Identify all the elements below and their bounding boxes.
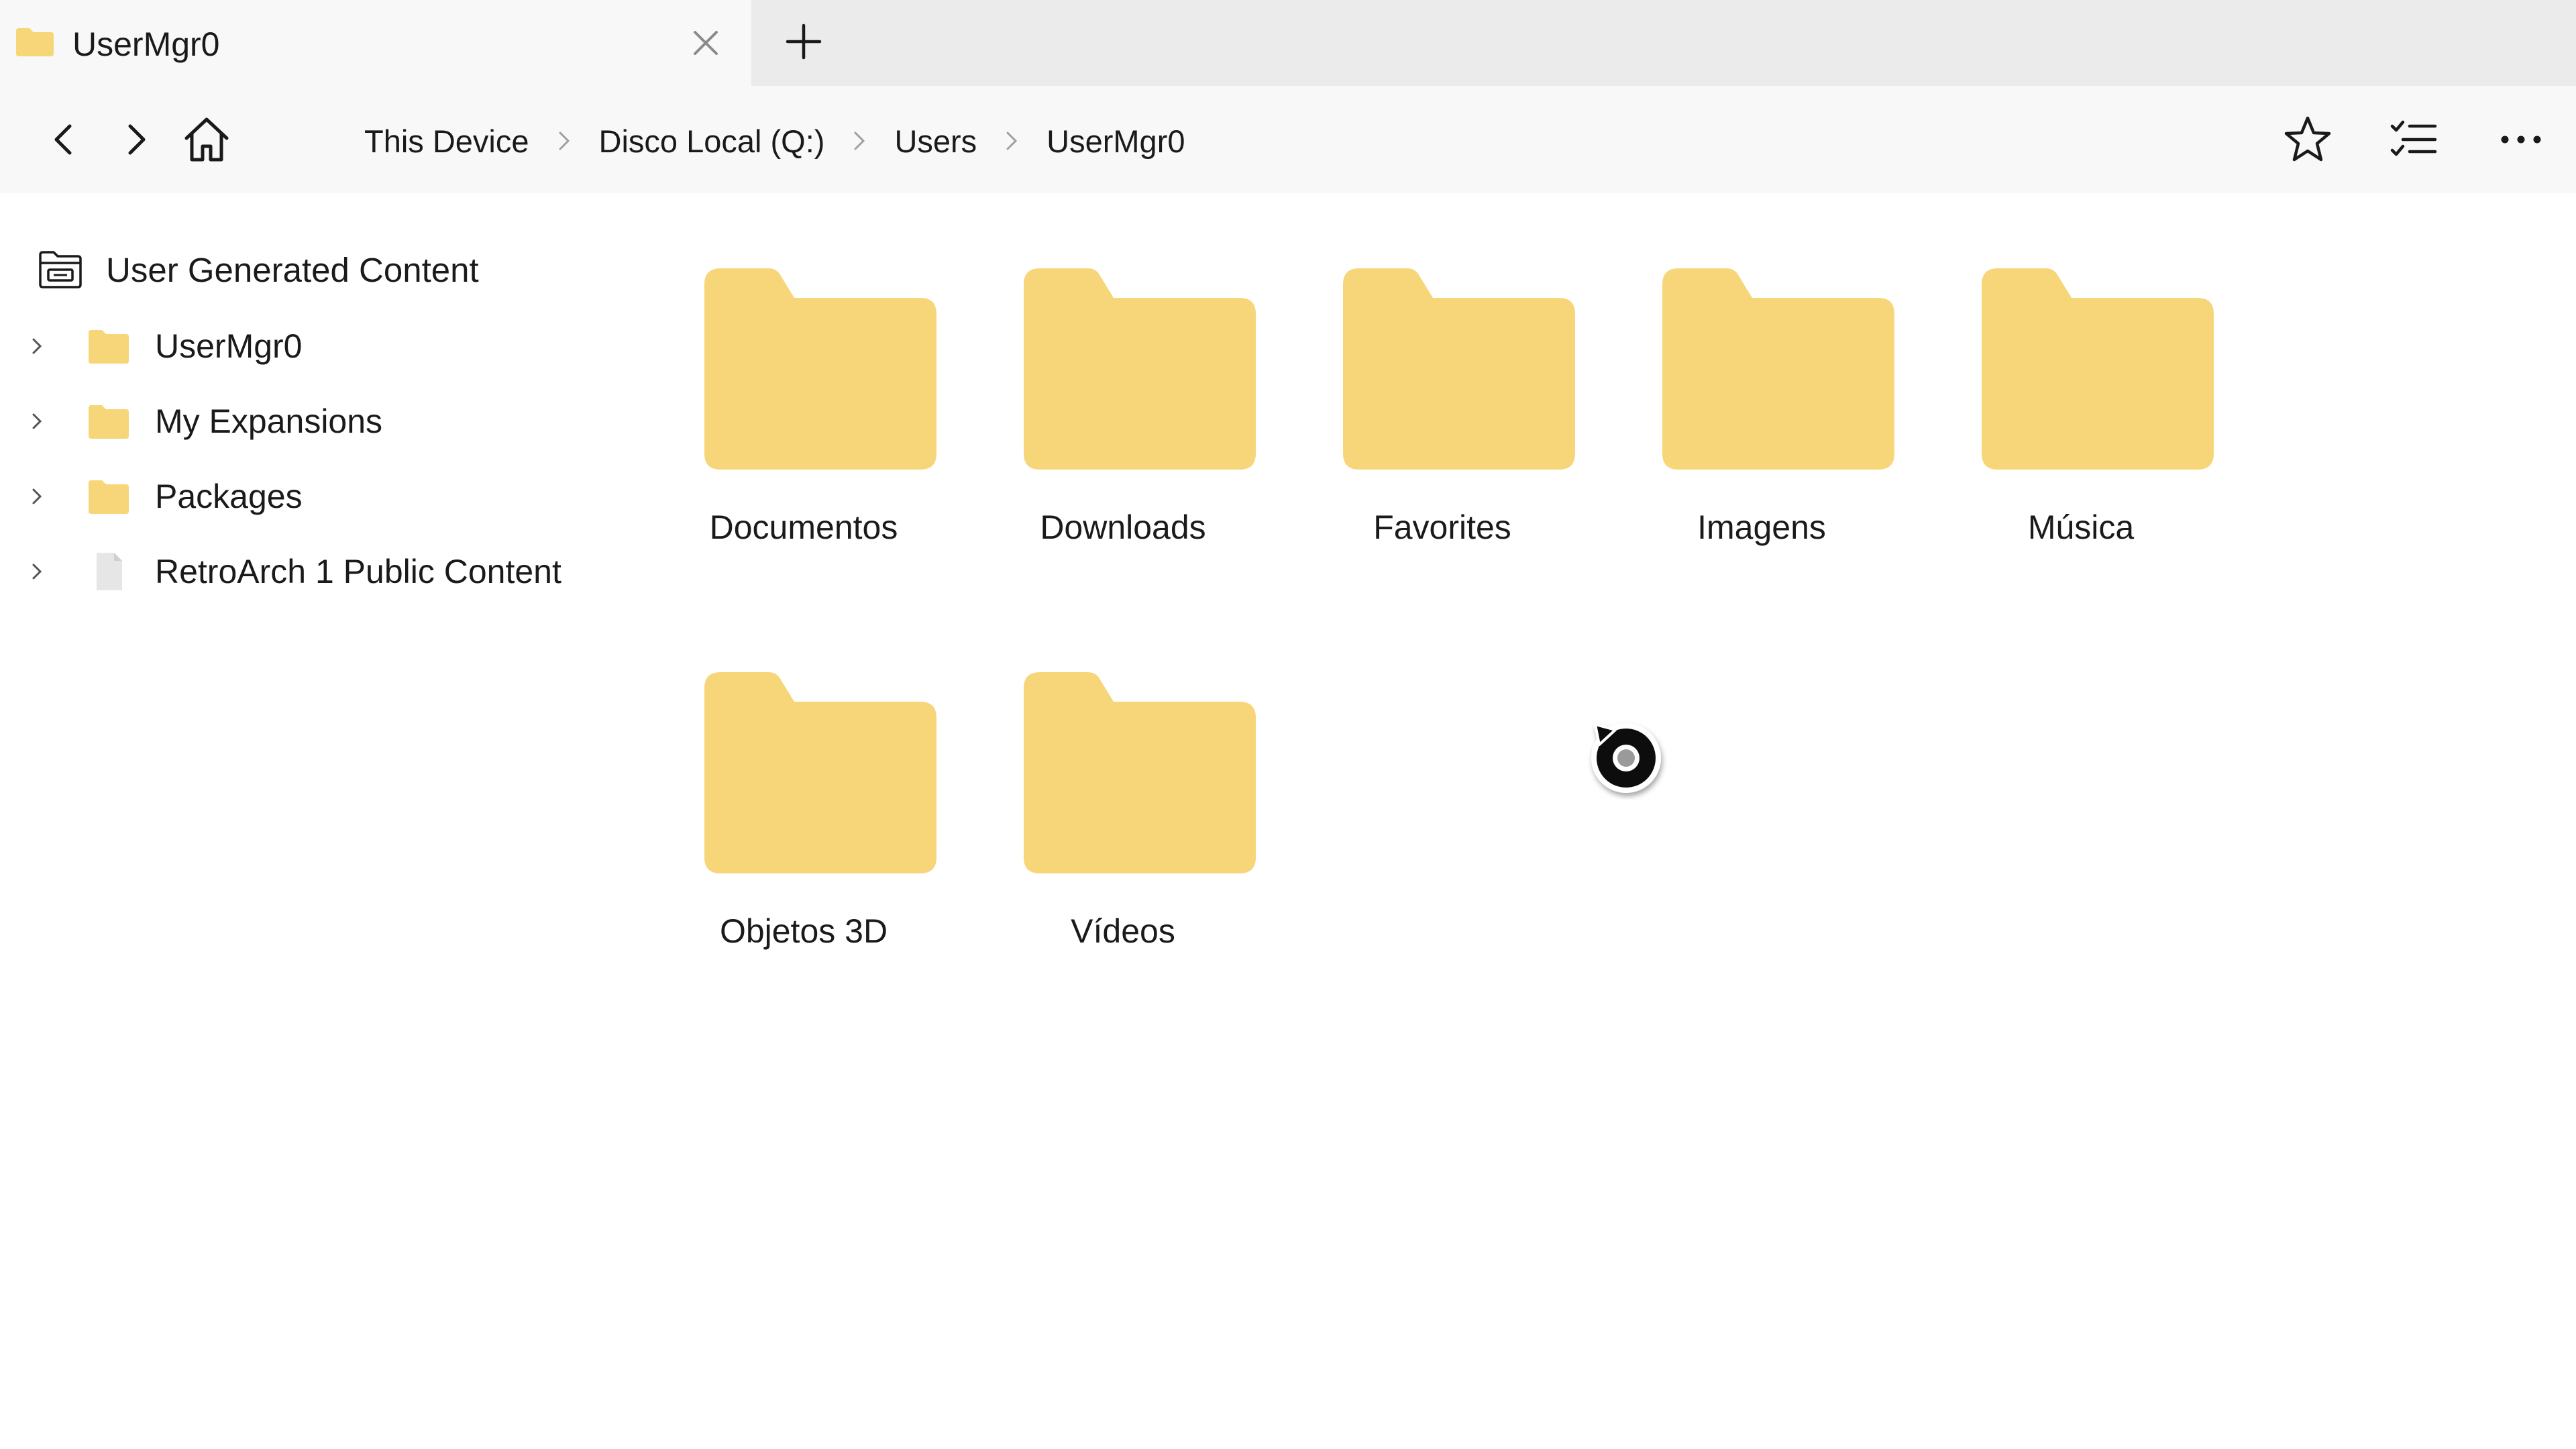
folder-label: Favorites [1373, 508, 1511, 546]
folder-label: Objetos 3D [719, 912, 888, 950]
chevron-right-icon[interactable] [25, 334, 50, 358]
chevron-right-icon [993, 127, 1030, 154]
home-button[interactable] [180, 113, 233, 166]
more-options-icon[interactable] [2494, 113, 2548, 166]
folder-label: Vídeos [1071, 912, 1175, 950]
folder-icon [89, 405, 129, 439]
back-button[interactable] [38, 113, 91, 166]
folder-item-musica[interactable]: Música [1921, 268, 2241, 644]
file-icon [97, 553, 122, 590]
folder-item-favorites[interactable]: Favorites [1283, 268, 1602, 644]
sidebar-item-label: UserMgr0 [155, 327, 303, 365]
folder-icon [704, 268, 936, 470]
folder-item-documentos[interactable]: Documentos [644, 268, 963, 644]
star-icon[interactable] [2281, 113, 2334, 166]
forward-button[interactable] [109, 113, 162, 166]
sidebar-item-packages[interactable]: Packages [0, 463, 644, 530]
breadcrumb: This Device Disco Local (Q:) Users UserM… [364, 119, 1185, 162]
sidebar-item-retroarch-public-content[interactable]: RetroArch 1 Public Content [0, 538, 644, 605]
folder-label: Música [2027, 508, 2135, 546]
folder-item-downloads[interactable]: Downloads [963, 268, 1283, 644]
chevron-right-icon [545, 127, 583, 154]
folder-icon [1024, 268, 1256, 470]
chevron-right-icon[interactable] [25, 409, 50, 433]
sidebar: User Generated Content UserMgr0 My Expan… [0, 193, 644, 1449]
close-icon[interactable] [686, 27, 726, 59]
breadcrumb-item-usermgr0[interactable]: UserMgr0 [1046, 123, 1185, 160]
tab-title: UserMgr0 [72, 25, 220, 63]
chevron-right-icon [841, 127, 878, 154]
file-explorer-window: UserMgr0 This Device Disco Local (Q:) Us… [0, 0, 2576, 1449]
folder-icon [1024, 672, 1256, 873]
folder-icon [1343, 268, 1575, 470]
address-bar: This Device Disco Local (Q:) Users UserM… [0, 86, 2576, 193]
chevron-right-icon[interactable] [25, 484, 50, 508]
folder-drive-icon [39, 251, 82, 288]
folder-label: Downloads [1040, 508, 1206, 546]
folder-icon [89, 330, 129, 364]
breadcrumb-item-users[interactable]: Users [894, 123, 977, 160]
folder-item-objetos-3d[interactable]: Objetos 3D [644, 672, 963, 1048]
folder-label: Imagens [1697, 508, 1826, 546]
chevron-right-icon[interactable] [25, 559, 50, 584]
sidebar-item-label: RetroArch 1 Public Content [155, 553, 561, 590]
folder-item-videos[interactable]: Vídeos [963, 672, 1283, 1048]
sidebar-item-label: My Expansions [155, 402, 383, 440]
tab-strip: UserMgr0 [0, 0, 2576, 86]
folder-icon [1662, 268, 1894, 470]
folder-label: Documentos [709, 508, 898, 546]
sidebar-header[interactable]: User Generated Content [38, 248, 479, 291]
folder-icon [16, 28, 54, 56]
folder-icon [89, 480, 129, 514]
new-tab-button[interactable] [782, 20, 825, 63]
breadcrumb-item-disco-local[interactable]: Disco Local (Q:) [599, 123, 825, 160]
breadcrumb-item-this-device[interactable]: This Device [364, 123, 529, 160]
sidebar-item-my-expansions[interactable]: My Expansions [0, 388, 644, 455]
folder-icon [704, 672, 936, 873]
folder-icon [1982, 268, 2214, 470]
select-list-icon[interactable] [2387, 113, 2440, 166]
folder-grid: Documentos Downloads Favorites Imagens M… [644, 193, 2576, 1449]
tab-usermgr0[interactable]: UserMgr0 [0, 0, 751, 86]
gamepad-cursor-icon [1591, 723, 1661, 793]
sidebar-header-label: User Generated Content [106, 250, 479, 289]
folder-item-imagens[interactable]: Imagens [1602, 268, 1921, 644]
sidebar-item-usermgr0[interactable]: UserMgr0 [0, 313, 644, 380]
sidebar-item-label: Packages [155, 478, 303, 515]
